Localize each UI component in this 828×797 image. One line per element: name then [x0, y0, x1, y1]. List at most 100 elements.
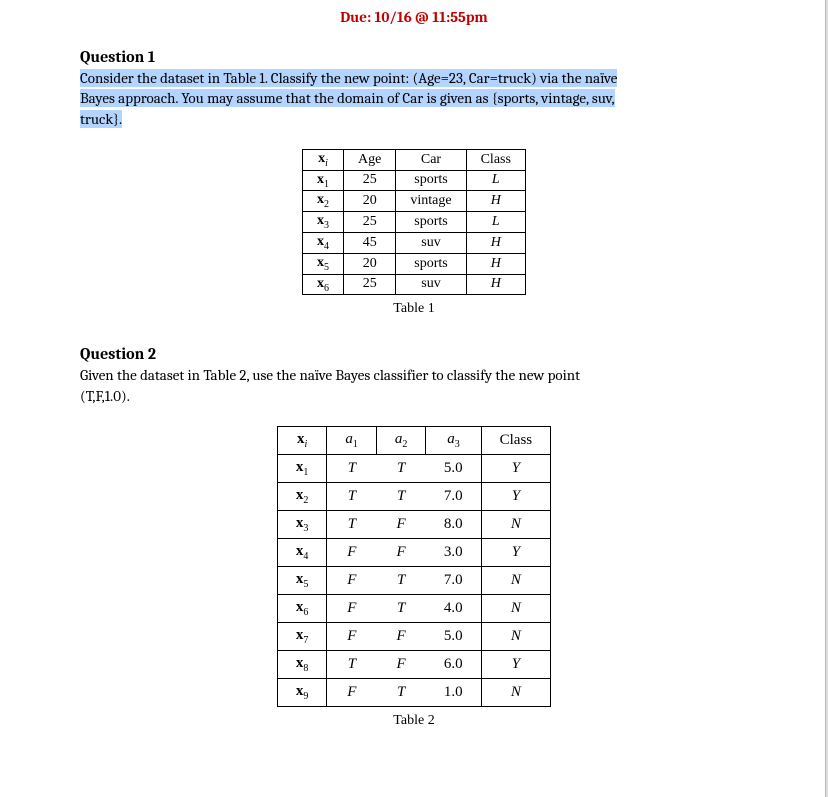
- th: Class: [481, 426, 551, 454]
- table2: xi a1 a2 a3 Class x1 T T 5.0 Y x2 T T 7.…: [277, 426, 551, 707]
- td: x4: [277, 538, 327, 566]
- table-row: x4 45 suv H: [303, 232, 526, 253]
- td: Y: [481, 650, 551, 678]
- th: a2: [376, 426, 426, 454]
- td: N: [481, 566, 551, 594]
- td: N: [481, 594, 551, 622]
- table-row: x2 20 vintage H: [303, 191, 526, 212]
- td: 20: [344, 253, 396, 274]
- td: x3: [277, 510, 327, 538]
- td: x5: [277, 566, 327, 594]
- td: 25: [344, 212, 396, 233]
- td: 7.0: [426, 566, 481, 594]
- td: H: [466, 274, 525, 295]
- q1-body-highlight: Bayes approach. You may assume that the …: [80, 89, 615, 107]
- q1-body-highlight: Consider the dataset in Table 1. Classif…: [80, 69, 617, 87]
- td: Y: [481, 482, 551, 510]
- td: sports: [396, 170, 466, 191]
- td: T: [327, 510, 377, 538]
- table-row: x7 F F 5.0 N: [277, 622, 550, 650]
- table-row: x2 T T 7.0 Y: [277, 482, 550, 510]
- table-row: x6 25 suv H: [303, 274, 526, 295]
- td: x1: [277, 454, 327, 482]
- td: x2: [303, 191, 344, 212]
- td: x5: [303, 253, 344, 274]
- td: x6: [303, 274, 344, 295]
- th: a3: [426, 426, 481, 454]
- td: T: [327, 650, 377, 678]
- td: sports: [396, 212, 466, 233]
- td: T: [376, 482, 426, 510]
- table-row: x5 20 sports H: [303, 253, 526, 274]
- table1-caption: Table 1: [80, 301, 748, 317]
- table-row: x9 F T 1.0 N: [277, 678, 550, 706]
- td: x2: [277, 482, 327, 510]
- td: H: [466, 253, 525, 274]
- td: F: [327, 622, 377, 650]
- td: T: [376, 454, 426, 482]
- td: F: [376, 510, 426, 538]
- td: L: [466, 212, 525, 233]
- td: 25: [344, 274, 396, 295]
- q2-body: Given the dataset in Table 2, use the na…: [80, 365, 748, 406]
- table-row: x8 T F 6.0 Y: [277, 650, 550, 678]
- td: 20: [344, 191, 396, 212]
- table2-caption: Table 2: [80, 713, 748, 729]
- th: Class: [466, 149, 525, 170]
- td: F: [376, 622, 426, 650]
- td: Y: [481, 454, 551, 482]
- td: N: [481, 622, 551, 650]
- table1-wrap: xi Age Car Class x1 25 sports L x2 20 vi…: [80, 149, 748, 318]
- table-row: xi a1 a2 a3 Class: [277, 426, 550, 454]
- td: F: [327, 566, 377, 594]
- td: Y: [481, 538, 551, 566]
- td: F: [327, 678, 377, 706]
- td: vintage: [396, 191, 466, 212]
- td: 5.0: [426, 622, 481, 650]
- th: Car: [396, 149, 466, 170]
- table-row: x1 25 sports L: [303, 170, 526, 191]
- td: L: [466, 170, 525, 191]
- td: x4: [303, 232, 344, 253]
- td: T: [376, 566, 426, 594]
- td: sports: [396, 253, 466, 274]
- td: 3.0: [426, 538, 481, 566]
- td: H: [466, 232, 525, 253]
- table1: xi Age Car Class x1 25 sports L x2 20 vi…: [302, 149, 526, 296]
- td: F: [327, 538, 377, 566]
- td: T: [376, 594, 426, 622]
- q1-body: Consider the dataset in Table 1. Classif…: [80, 68, 748, 129]
- th: a1: [327, 426, 377, 454]
- q1-body-highlight: truck}.: [80, 110, 122, 128]
- td: T: [327, 454, 377, 482]
- td: suv: [396, 232, 466, 253]
- th: xi: [303, 149, 344, 170]
- q1-title: Question 1: [80, 48, 748, 66]
- td: N: [481, 678, 551, 706]
- due-line: Due: 10/16 @ 11:55pm: [80, 0, 748, 26]
- td: 4.0: [426, 594, 481, 622]
- td: 5.0: [426, 454, 481, 482]
- td: 7.0: [426, 482, 481, 510]
- q2-body-line: (T,F,1.0).: [80, 387, 130, 405]
- q2-title: Question 2: [80, 345, 748, 363]
- table-row: x3 25 sports L: [303, 212, 526, 233]
- table-row: x6 F T 4.0 N: [277, 594, 550, 622]
- q2-body-line: Given the dataset in Table 2, use the na…: [80, 366, 580, 384]
- td: F: [376, 538, 426, 566]
- td: N: [481, 510, 551, 538]
- td: F: [327, 594, 377, 622]
- td: 6.0: [426, 650, 481, 678]
- td: H: [466, 191, 525, 212]
- table-row: xi Age Car Class: [303, 149, 526, 170]
- th: xi: [277, 426, 327, 454]
- td: suv: [396, 274, 466, 295]
- td: x6: [277, 594, 327, 622]
- td: x3: [303, 212, 344, 233]
- th: Age: [344, 149, 396, 170]
- table-row: x5 F T 7.0 N: [277, 566, 550, 594]
- td: T: [327, 482, 377, 510]
- td: x7: [277, 622, 327, 650]
- td: 8.0: [426, 510, 481, 538]
- td: T: [376, 678, 426, 706]
